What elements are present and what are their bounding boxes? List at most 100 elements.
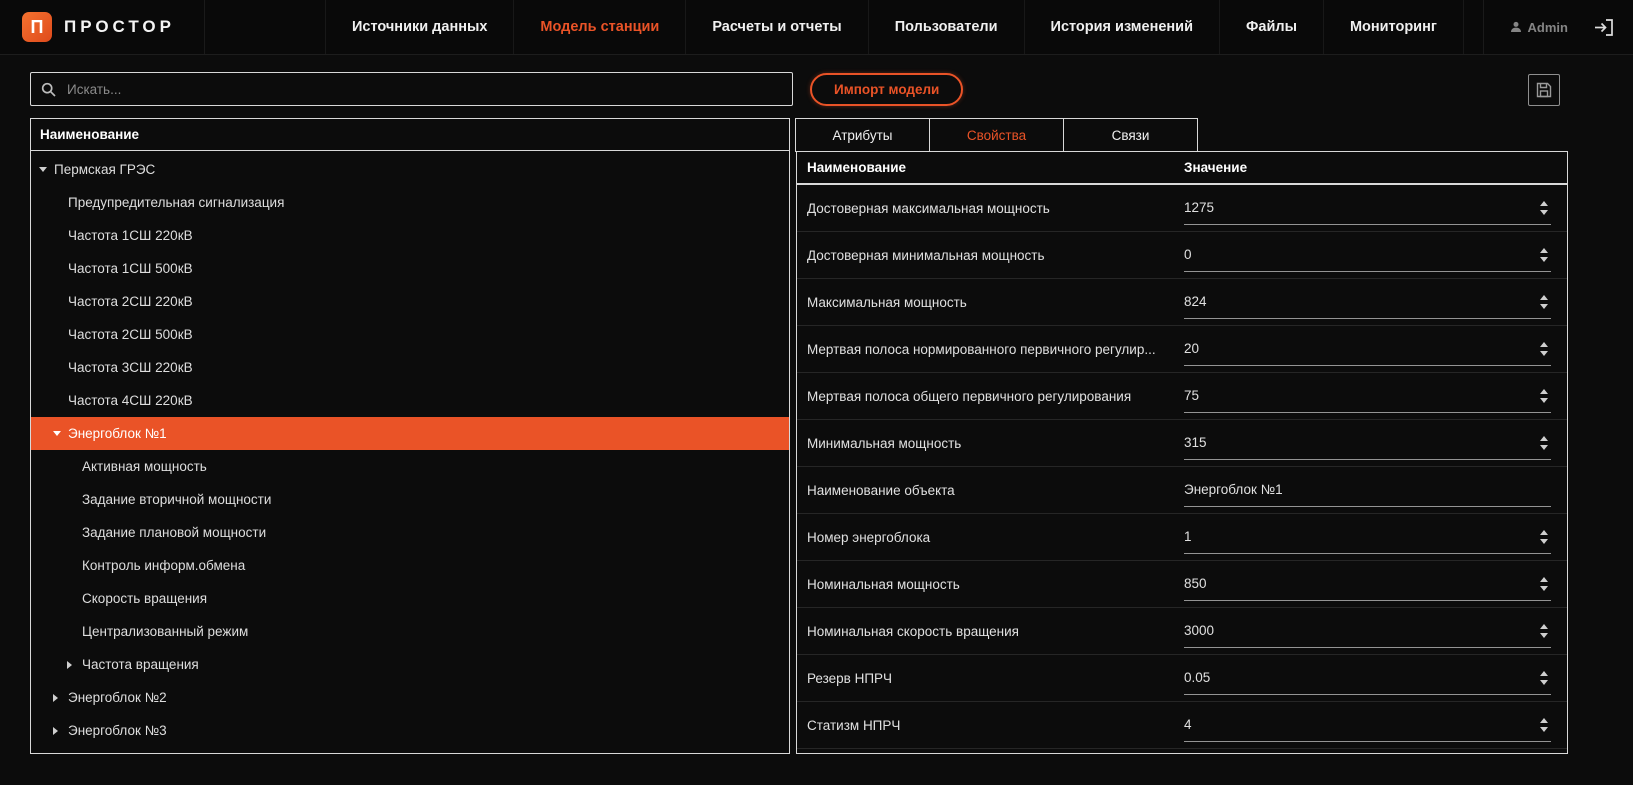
property-value: 850 xyxy=(1184,576,1207,591)
spinner-up-icon[interactable] xyxy=(1540,577,1548,582)
nav-item[interactable]: Пользователи xyxy=(868,0,1024,54)
caret-icon[interactable] xyxy=(67,661,79,669)
tree-item[interactable]: Скорость вращения xyxy=(31,582,789,615)
tree-item[interactable]: Частота 2СШ 220кВ xyxy=(31,285,789,318)
nav-item[interactable]: История изменений xyxy=(1024,0,1219,54)
spinner-arrows[interactable] xyxy=(1540,436,1551,450)
caret-icon[interactable] xyxy=(53,727,65,735)
spinner-up-icon[interactable] xyxy=(1540,671,1548,676)
spinner-down-icon[interactable] xyxy=(1540,257,1548,262)
caret-icon[interactable] xyxy=(39,167,51,172)
tree-item[interactable]: Частота 1СШ 220кВ xyxy=(31,219,789,252)
spinner-arrows[interactable] xyxy=(1540,577,1551,591)
details-tab[interactable]: Свойства xyxy=(929,118,1064,152)
spinner-down-icon[interactable] xyxy=(1540,633,1548,638)
import-model-button[interactable]: Импорт модели xyxy=(810,73,963,106)
caret-icon[interactable] xyxy=(53,431,65,436)
property-value-field[interactable]: 3000 xyxy=(1184,615,1551,648)
spinner-down-icon[interactable] xyxy=(1540,539,1548,544)
tree-item[interactable]: Задание вторичной мощности xyxy=(31,483,789,516)
search-input[interactable] xyxy=(65,81,782,98)
spinner-up-icon[interactable] xyxy=(1540,295,1548,300)
user-menu[interactable]: Admin xyxy=(1510,20,1568,35)
spinner-down-icon[interactable] xyxy=(1540,445,1548,450)
spinner-arrows[interactable] xyxy=(1540,671,1551,685)
user-icon xyxy=(1510,21,1522,33)
spinner-up-icon[interactable] xyxy=(1540,342,1548,347)
tree-item[interactable]: Энергоблок №1 xyxy=(31,417,789,450)
spinner-down-icon[interactable] xyxy=(1540,680,1548,685)
property-value-field[interactable]: 4 xyxy=(1184,709,1551,742)
nav-item[interactable]: Файлы xyxy=(1219,0,1323,54)
tree-item[interactable]: Энергоблок №2 xyxy=(31,681,789,714)
property-value-field[interactable]: 20 xyxy=(1184,333,1551,366)
tree-item[interactable]: Активная мощность xyxy=(31,450,789,483)
tree-item-label: Централизованный режим xyxy=(82,624,248,639)
spinner-down-icon[interactable] xyxy=(1540,210,1548,215)
property-value-field[interactable]: 75 xyxy=(1184,380,1551,413)
nav-item-label: Модель станции xyxy=(540,19,659,35)
property-value-field[interactable]: 824 xyxy=(1184,286,1551,319)
tree-item[interactable]: Энергоблок №3 xyxy=(31,714,789,747)
property-value: 1275 xyxy=(1184,200,1214,215)
property-value: 0 xyxy=(1184,247,1192,262)
spinner-up-icon[interactable] xyxy=(1540,201,1548,206)
spinner-down-icon[interactable] xyxy=(1540,398,1548,403)
property-value-field[interactable]: 0.05 xyxy=(1184,662,1551,695)
property-name: Номинальная скорость вращения xyxy=(797,624,1184,639)
nav-item[interactable]: Расчеты и отчеты xyxy=(685,0,867,54)
property-value-field[interactable]: Энергоблок №1 xyxy=(1184,474,1551,507)
spinner-down-icon[interactable] xyxy=(1540,586,1548,591)
spinner-up-icon[interactable] xyxy=(1540,624,1548,629)
properties-table-header: Наименование Значение xyxy=(797,152,1567,185)
property-value-field[interactable]: 1 xyxy=(1184,521,1551,554)
spinner-up-icon[interactable] xyxy=(1540,530,1548,535)
spinner-arrows[interactable] xyxy=(1540,530,1551,544)
spinner-down-icon[interactable] xyxy=(1540,351,1548,356)
spinner-up-icon[interactable] xyxy=(1540,389,1548,394)
spinner-arrows[interactable] xyxy=(1540,342,1551,356)
spinner-down-icon[interactable] xyxy=(1540,304,1548,309)
tree-item[interactable]: Задание плановой мощности xyxy=(31,516,789,549)
tree-item[interactable]: Пермская ГРЭС xyxy=(31,153,789,186)
spinner-up-icon[interactable] xyxy=(1540,718,1548,723)
nav-item[interactable]: Мониторинг xyxy=(1323,0,1464,54)
spinner-arrows[interactable] xyxy=(1540,248,1551,262)
tree-item[interactable]: Предупредительная сигнализация xyxy=(31,186,789,219)
nav-item[interactable]: Источники данных xyxy=(325,0,513,54)
spinner-arrows[interactable] xyxy=(1540,624,1551,638)
logo-text: ПРОСТОР xyxy=(64,17,175,37)
model-tree-panel: Наименование Пермская ГРЭС Предупредител… xyxy=(30,118,790,754)
details-tab[interactable]: Атрибуты xyxy=(795,118,930,152)
properties-rows: Достоверная максимальная мощность 1275 Д… xyxy=(797,185,1567,749)
property-value-field[interactable]: 0 xyxy=(1184,239,1551,272)
tab-label: Связи xyxy=(1112,128,1150,143)
tree-item[interactable]: Частота 1СШ 500кВ xyxy=(31,252,789,285)
search-box[interactable] xyxy=(30,72,793,106)
property-value-field[interactable]: 850 xyxy=(1184,568,1551,601)
spinner-up-icon[interactable] xyxy=(1540,248,1548,253)
property-value-field[interactable]: 1275 xyxy=(1184,192,1551,225)
spinner-down-icon[interactable] xyxy=(1540,727,1548,732)
spinner-arrows[interactable] xyxy=(1540,201,1551,215)
tree-item[interactable]: Частота 2СШ 500кВ xyxy=(31,318,789,351)
spinner-arrows[interactable] xyxy=(1540,295,1551,309)
caret-icon[interactable] xyxy=(53,694,65,702)
spinner-up-icon[interactable] xyxy=(1540,436,1548,441)
spinner-arrows[interactable] xyxy=(1540,718,1551,732)
tree-item[interactable]: Частота 4СШ 220кВ xyxy=(31,384,789,417)
property-name: Номер энергоблока xyxy=(797,530,1184,545)
property-value-field[interactable]: 315 xyxy=(1184,427,1551,460)
spinner-arrows[interactable] xyxy=(1540,389,1551,403)
save-button[interactable] xyxy=(1528,74,1560,106)
logout-button[interactable] xyxy=(1594,19,1613,36)
tree-item[interactable]: Частота 3СШ 220кВ xyxy=(31,351,789,384)
app-logo[interactable]: П ПРОСТОР xyxy=(0,0,205,54)
property-name: Максимальная мощность xyxy=(797,295,1184,310)
tree-item[interactable]: Частота вращения xyxy=(31,648,789,681)
details-tab[interactable]: Связи xyxy=(1063,118,1198,152)
tree-item[interactable]: Контроль информ.обмена xyxy=(31,549,789,582)
nav-item[interactable]: Модель станции xyxy=(513,0,685,54)
tree-item-label: Энергоблок №3 xyxy=(68,723,167,738)
tree-item[interactable]: Централизованный режим xyxy=(31,615,789,648)
